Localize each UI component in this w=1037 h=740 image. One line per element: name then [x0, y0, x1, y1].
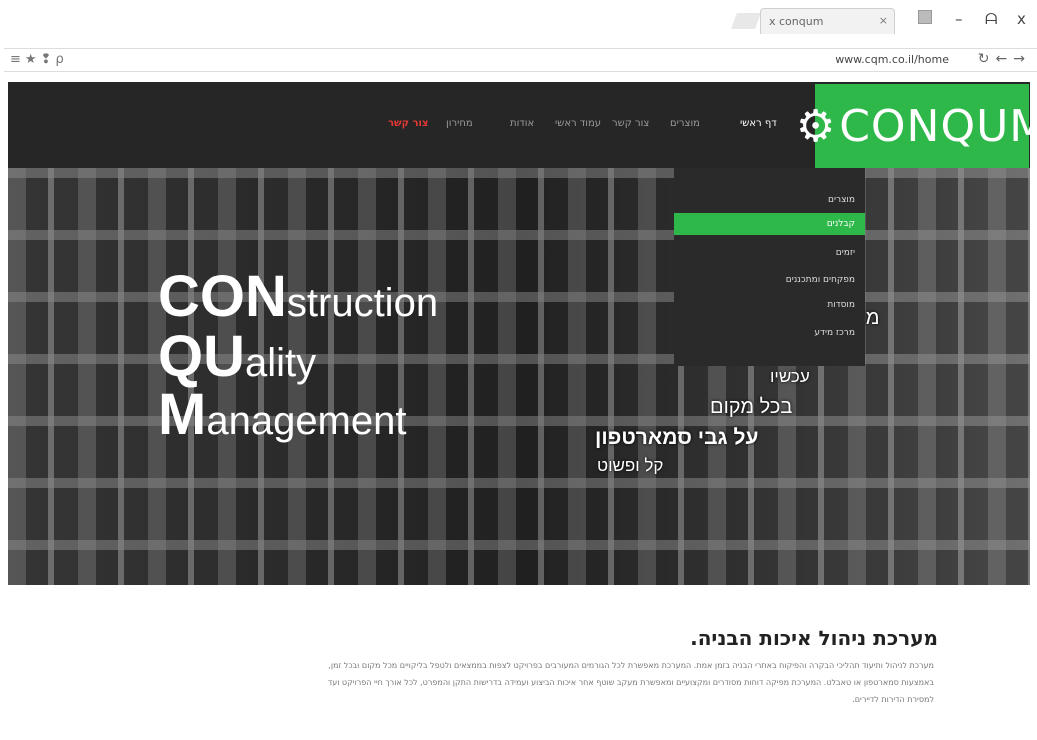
dropdown-item[interactable]: מרכז מידע [814, 328, 855, 338]
address-bar[interactable]: ≡★❢ρ www.cqm.co.il/home ↻←→ [4, 48, 1037, 72]
browser-chrome: x conqum × – ᗩ x ≡★❢ρ www.cqm.co.il/home… [0, 0, 1037, 80]
dropdown-item-active[interactable]: קבלנים [827, 219, 855, 229]
nav-item-products[interactable]: מוצרים [670, 118, 700, 129]
nav-item-contact[interactable]: צור קשר [388, 118, 428, 129]
site-logo[interactable]: ⚙ CONQUM [796, 84, 1037, 168]
url-field[interactable]: www.cqm.co.il/home [835, 53, 949, 66]
dropdown-item[interactable]: מוצרים [828, 195, 855, 205]
gear-icon: ⚙ [795, 100, 836, 152]
nav-item-home[interactable]: דף ראשי [740, 118, 777, 129]
hero-hebrew-line-3: בכל מקום [710, 396, 793, 418]
dropdown-item[interactable]: מוסדות [827, 300, 855, 310]
new-tab-button[interactable] [731, 13, 761, 29]
tab-close-icon[interactable]: × [879, 14, 888, 27]
nav-item-home-alt[interactable]: עמוד ראשי [555, 118, 601, 129]
nav-item-pricing[interactable]: מחירון [446, 118, 473, 129]
tab-title: x conqum [769, 15, 824, 28]
hero-title-line-1: CONstruction [158, 264, 439, 329]
hero-title: CONstruction QUality Management [158, 268, 438, 444]
browser-tab[interactable]: x conqum × [760, 8, 895, 34]
hero-title-line-3: Management [158, 382, 407, 447]
logo-text: CONQUM [839, 100, 1037, 152]
nav-item-contact-alt[interactable]: צור קשר [612, 118, 649, 129]
content-paragraph: מערכת לניהול ותיעוד תהליכי הבקרה והפיקוח… [327, 661, 934, 704]
hero-hebrew-line-4: על גבי סמארטפון [595, 426, 759, 449]
nav-arrows-icon[interactable]: ↻←→ [978, 51, 1031, 67]
hero-hebrew-line-5: קל ופשוט [597, 456, 664, 475]
minimize-button[interactable]: – [955, 10, 963, 28]
nav-dropdown-menu: מוצרים קבלנים יזמים מפקחים ומתכננים מוסד… [674, 168, 865, 366]
toolbar-icons-left[interactable]: ≡★❢ρ [10, 52, 68, 67]
hero-hebrew-line-2: עכשיו [770, 367, 810, 386]
content-title: מערכת ניהול איכות הבניה. [690, 626, 938, 650]
hero-title-line-2: QUality [158, 324, 317, 389]
nav-item-about[interactable]: אודות [510, 118, 534, 129]
dropdown-item[interactable]: מפקחים ומתכננים [786, 275, 855, 285]
window-icon [918, 10, 932, 24]
hero-banner: CONstruction QUality Management [8, 168, 1030, 585]
maximize-button[interactable]: ᗩ [985, 10, 997, 28]
dropdown-item[interactable]: יזמים [836, 248, 855, 258]
close-button[interactable]: x [1017, 10, 1026, 28]
